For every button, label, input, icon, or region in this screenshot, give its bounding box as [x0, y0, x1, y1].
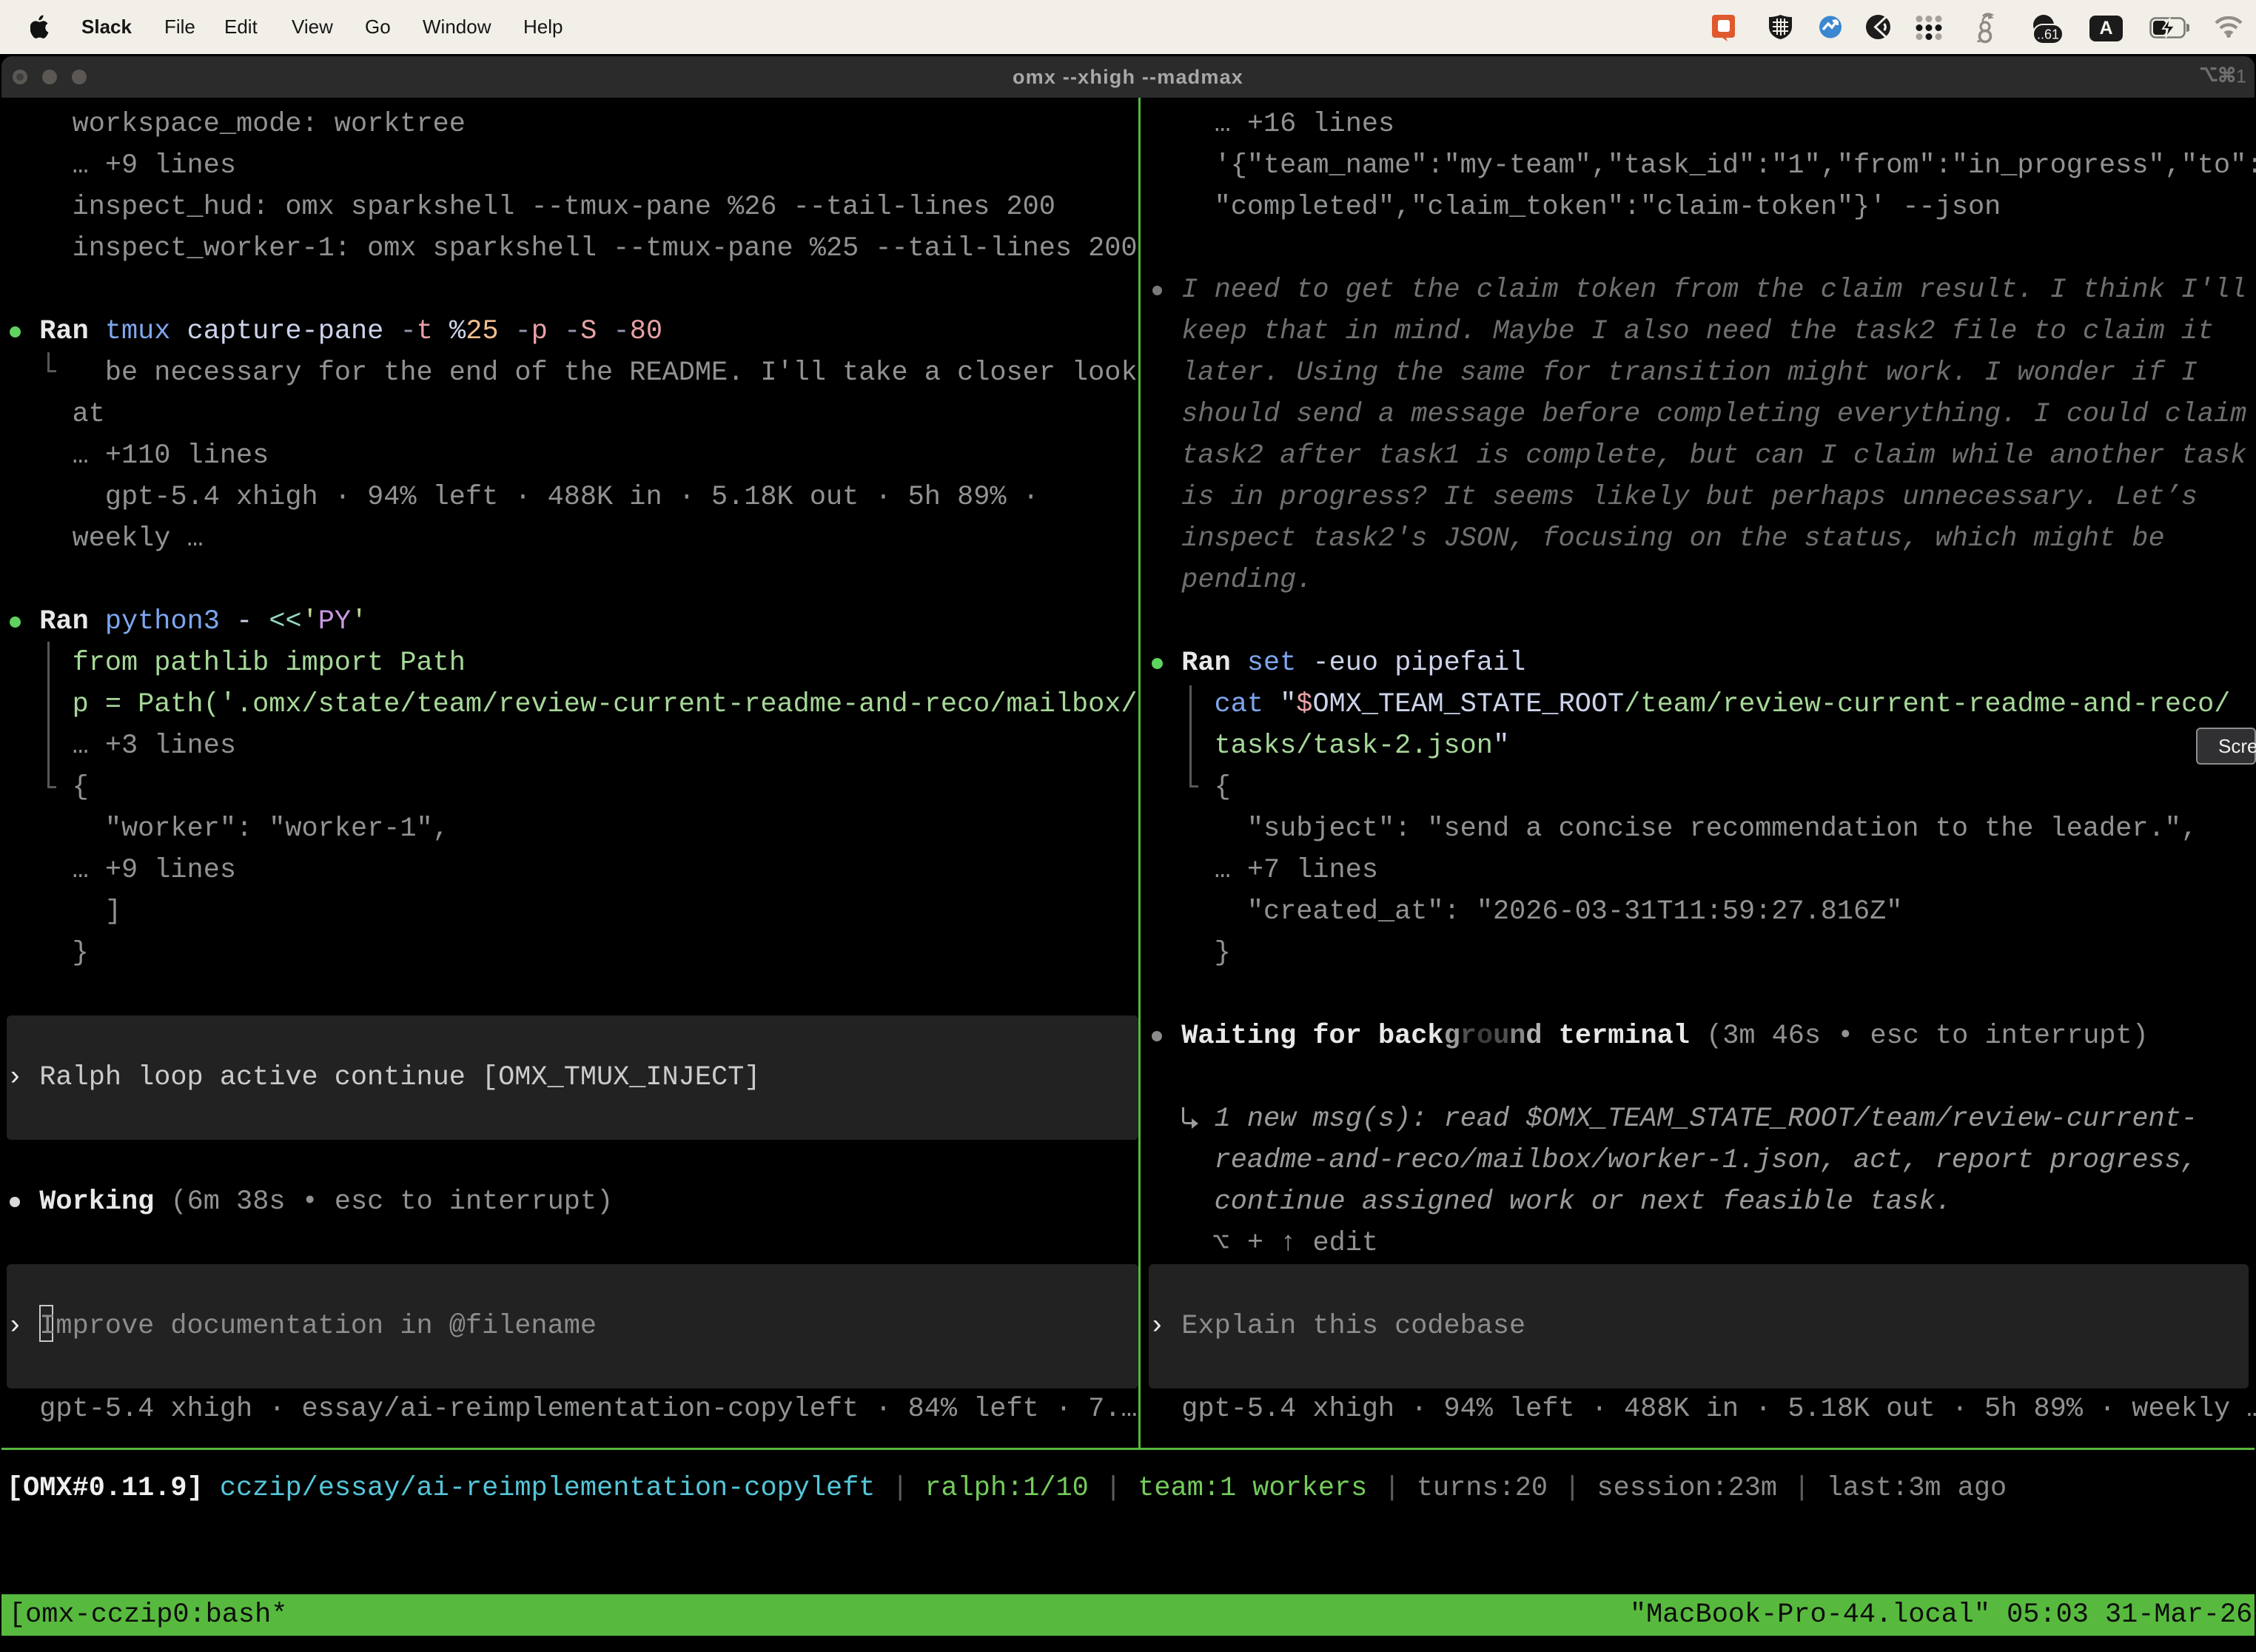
- svg-text:1: 1: [2236, 67, 2246, 86]
- svg-text:..61: ..61: [2037, 27, 2059, 42]
